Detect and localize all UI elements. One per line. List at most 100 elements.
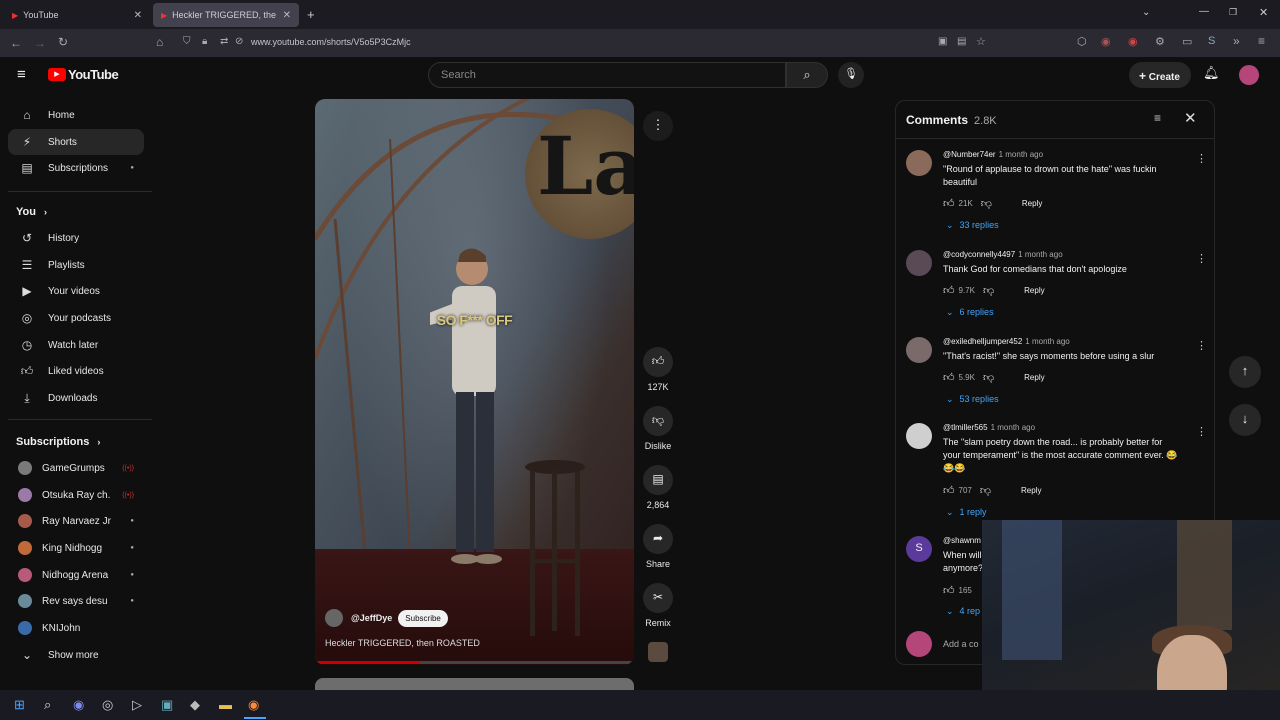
you-heading[interactable]: You › <box>16 206 47 218</box>
app-icon[interactable]: ◆ <box>190 697 200 713</box>
search-icon[interactable]: ⌕ <box>44 697 51 713</box>
menu-icon[interactable]: ≡ <box>1258 34 1265 48</box>
commenter-avatar[interactable] <box>906 250 932 276</box>
lock-icon[interactable]: 🔒︎ <box>202 36 207 47</box>
comment-author[interactable]: @tlmiller565 <box>943 423 988 432</box>
tab-video[interactable]: ▶ Heckler TRIGGERED, then R ✕ <box>153 3 299 27</box>
reply-button[interactable]: Reply <box>1021 486 1041 495</box>
overflow-icon[interactable]: » <box>1233 34 1240 48</box>
discord-icon[interactable]: ◉ <box>73 697 84 713</box>
share-button[interactable]: ➦ Share <box>643 524 673 569</box>
previous-short-button[interactable]: ↑ <box>1229 356 1261 388</box>
minimize-icon[interactable]: — <box>1199 6 1209 17</box>
view-replies-button[interactable]: ⌄ 1 reply <box>946 507 987 518</box>
reply-button[interactable]: Reply <box>1024 373 1044 382</box>
progress-bar[interactable] <box>315 661 634 664</box>
search-button[interactable]: ⌕ <box>786 62 828 88</box>
commenter-avatar[interactable] <box>906 337 932 363</box>
comment-author[interactable]: @shawnm <box>943 536 981 545</box>
tab-list-icon[interactable]: ⌄ <box>1142 7 1150 18</box>
close-window-icon[interactable]: ✕ <box>1259 6 1268 19</box>
comment-author[interactable]: @Number74er <box>943 150 996 159</box>
reload-icon[interactable]: ↻ <box>58 35 68 49</box>
account-avatar[interactable] <box>1239 65 1259 85</box>
sidebar-item-home[interactable]: ⌂ Home <box>8 102 144 128</box>
sidebar-item-your-videos[interactable]: ▶ Your videos <box>8 278 144 304</box>
sidebar-item-playlists[interactable]: ☰ Playlists <box>8 252 144 278</box>
url-field[interactable]: www.youtube.com/shorts/V5o5P3CzMjc <box>251 37 411 47</box>
back-icon[interactable]: ← <box>10 36 22 50</box>
thumb-down-icon[interactable]: 👎︎ <box>980 484 991 497</box>
permissions-icon[interactable]: ⇄ <box>220 36 228 47</box>
more-options-button[interactable]: ⋮ <box>643 111 673 141</box>
hamburger-icon[interactable]: ≡ <box>17 66 26 83</box>
forward-icon[interactable]: → <box>34 36 46 50</box>
reader-icon[interactable]: ▤ <box>957 36 966 47</box>
view-replies-button[interactable]: ⌄ 53 replies <box>946 394 999 405</box>
shield-icon[interactable]: ⛉ <box>183 36 191 47</box>
close-icon[interactable]: ✕ <box>1184 109 1197 127</box>
add-comment-input[interactable]: Add a co <box>943 639 979 649</box>
thumb-down-icon[interactable]: 👎︎ <box>983 284 994 297</box>
sidebar-item-history[interactable]: ↺ History <box>8 225 144 251</box>
extension-icon[interactable]: ⬡ <box>1077 35 1087 48</box>
channel-avatar[interactable] <box>325 609 343 627</box>
thumb-down-icon[interactable]: 👎︎ <box>981 197 992 210</box>
tab-youtube[interactable]: ▶ YouTube ✕ <box>4 3 150 27</box>
extension-icon[interactable]: S <box>1208 35 1215 47</box>
dislike-button[interactable]: 👎︎ Dislike <box>643 406 673 451</box>
thumb-down-icon[interactable]: 👎︎ <box>983 371 994 384</box>
view-replies-button[interactable]: ⌄ 33 replies <box>946 220 999 231</box>
bookmark-star-icon[interactable]: ☆ <box>976 35 986 48</box>
next-video-preview[interactable] <box>315 678 634 690</box>
subscriptions-heading[interactable]: Subscriptions › <box>16 436 100 448</box>
subscription-knijohn[interactable]: KNIJohn <box>8 615 144 641</box>
thumb-up-icon[interactable]: 👍︎ <box>943 584 955 597</box>
like-button[interactable]: 👍︎ 127K <box>643 347 673 392</box>
sound-avatar[interactable] <box>648 642 668 662</box>
remix-button[interactable]: ✂︎ Remix <box>643 583 673 628</box>
subscription-king-nidhogg[interactable]: King Nidhogg ● <box>8 535 144 561</box>
sidebar-item-liked-videos[interactable]: 👍︎ Liked videos <box>8 358 144 384</box>
notifications-bell-icon[interactable]: 🔔︎ <box>1203 65 1220 81</box>
firefox-icon[interactable]: ◉ <box>248 697 259 713</box>
channel-name[interactable]: @JeffDye <box>351 613 392 623</box>
sidebar-item-downloads[interactable]: ⤓ Downloads <box>8 385 144 411</box>
subscription-otsuka-ray[interactable]: Otsuka Ray ch. ((•)) <box>8 482 144 508</box>
video-title[interactable]: Heckler TRIGGERED, then ROASTED <box>325 638 480 648</box>
sort-icon[interactable]: ≡ <box>1154 111 1161 125</box>
thumb-up-icon[interactable]: 👍︎ <box>943 371 955 384</box>
sidebar-item-subscriptions[interactable]: ▤ Subscriptions ● <box>8 155 144 181</box>
pip-icon[interactable]: ▣ <box>938 36 947 47</box>
new-tab-icon[interactable]: + <box>307 7 315 22</box>
file-explorer-icon[interactable]: ▬ <box>219 697 232 712</box>
comment-author[interactable]: @exiledhelljumper452 <box>943 337 1022 346</box>
sidebar-item-shorts[interactable]: ⚡︎ Shorts <box>8 129 144 155</box>
close-tab-icon[interactable]: ✕ <box>283 10 291 21</box>
search-input[interactable]: Search <box>428 62 786 88</box>
shorts-video-player[interactable]: La SO F*** OFF @JeffDye Subscribe Heckle… <box>315 99 634 665</box>
youtube-logo[interactable]: ▶ YouTube <box>48 67 119 82</box>
voice-search-button[interactable]: 🎙︎ <box>838 62 864 88</box>
extension-icon[interactable]: ⚙ <box>1155 35 1165 48</box>
restore-icon[interactable]: ❐ <box>1229 7 1237 18</box>
home-browser-icon[interactable]: ⌂ <box>156 35 163 49</box>
autoplay-icon[interactable]: ⊘ <box>235 36 243 47</box>
kebab-icon[interactable]: ⋮ <box>1196 252 1207 265</box>
subscription-ray-narvaez[interactable]: Ray Narvaez Jr ● <box>8 508 144 534</box>
thumb-up-icon[interactable]: 👍︎ <box>943 484 955 497</box>
subscribe-button[interactable]: Subscribe <box>398 609 448 627</box>
show-more-button[interactable]: ⌄ Show more <box>8 642 144 668</box>
commenter-avatar[interactable] <box>906 423 932 449</box>
reply-button[interactable]: Reply <box>1022 199 1042 208</box>
reply-button[interactable]: Reply <box>1024 286 1044 295</box>
close-tab-icon[interactable]: ✕ <box>134 10 142 21</box>
sidebar-item-watch-later[interactable]: ◷ Watch later <box>8 332 144 358</box>
create-button[interactable]: + Create <box>1129 62 1191 88</box>
subscription-rev-says-desu[interactable]: Rev says desu ● <box>8 588 144 614</box>
kebab-icon[interactable]: ⋮ <box>1196 339 1207 352</box>
extension-icon[interactable]: ◉ <box>1101 35 1111 48</box>
thumb-up-icon[interactable]: 👍︎ <box>943 284 955 297</box>
commenter-avatar[interactable]: S <box>906 536 932 562</box>
photos-icon[interactable]: ▣ <box>161 697 173 713</box>
